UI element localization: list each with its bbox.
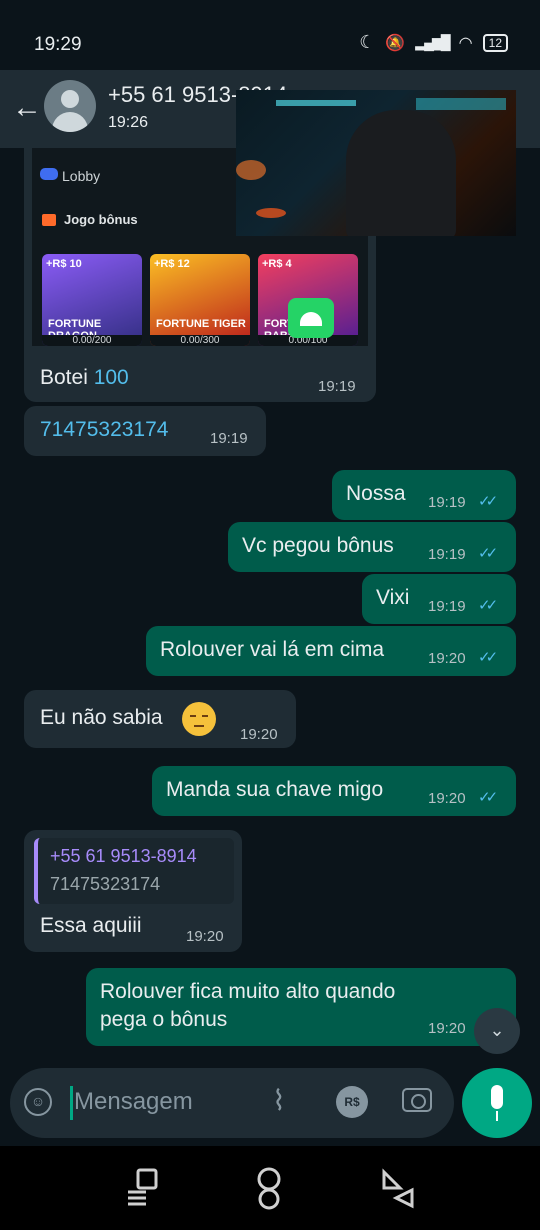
outgoing-message[interactable]: Vixi 19:19 ✓✓ bbox=[362, 574, 516, 624]
gift-icon bbox=[42, 214, 56, 226]
status-time: 19:29 bbox=[34, 34, 82, 55]
message-time: 19:19 bbox=[428, 546, 466, 563]
paperclip-icon[interactable]: ⌇ bbox=[272, 1084, 286, 1117]
signal-icon: ▂▄▆█ bbox=[415, 34, 450, 50]
back-arrow-icon[interactable]: ← bbox=[12, 93, 42, 123]
message-text-line-1: Rolouver fica muito alto quando bbox=[100, 980, 396, 1003]
home-icon[interactable] bbox=[252, 1166, 286, 1210]
message-text: Rolouver vai lá em cima bbox=[160, 638, 385, 661]
outgoing-message[interactable]: Rolouver vai lá em cima 19:20 ✓✓ bbox=[146, 626, 516, 676]
payment-icon[interactable]: R$ bbox=[336, 1086, 368, 1118]
tile-score: 0.00/200 bbox=[42, 335, 142, 346]
battery-icon: 12 bbox=[482, 33, 508, 52]
video-overlay[interactable] bbox=[236, 90, 516, 236]
message-text: Vc pegou bônus bbox=[242, 534, 394, 557]
message-time: 19:19 bbox=[428, 598, 466, 615]
outgoing-message[interactable]: Manda sua chave migo 19:20 ✓✓ bbox=[152, 766, 516, 816]
android-icon[interactable] bbox=[288, 298, 334, 338]
mic-icon bbox=[491, 1085, 503, 1109]
scroll-down-button[interactable]: ⌄ bbox=[474, 1008, 520, 1054]
read-ticks-icon: ✓✓ bbox=[478, 597, 498, 614]
bonus-title: Jogo bônus bbox=[64, 212, 138, 227]
message-time: 19:20 bbox=[428, 790, 466, 807]
outgoing-message[interactable]: Rolouver fica muito alto quando pega o b… bbox=[86, 968, 516, 1046]
message-text: Nossa bbox=[346, 482, 406, 505]
camera-icon[interactable] bbox=[402, 1088, 432, 1112]
message-time: 19:20 bbox=[428, 650, 466, 667]
gamepad-icon bbox=[40, 168, 58, 180]
game-tile: +R$ 12 FORTUNE TIGER 0.00/300 bbox=[150, 254, 250, 346]
message-text: Vixi bbox=[376, 586, 410, 609]
message-time: 19:20 bbox=[186, 928, 224, 945]
caption-text: Botei bbox=[40, 366, 94, 389]
back-triangle-icon[interactable] bbox=[380, 1166, 416, 1210]
message-time: 19:19 bbox=[318, 378, 356, 395]
lobby-label: Lobby bbox=[62, 168, 101, 184]
read-ticks-icon: ✓✓ bbox=[478, 789, 498, 806]
emoji-icon[interactable]: ☺ bbox=[24, 1088, 52, 1116]
message-composer[interactable]: ☺ Mensagem ⌇ R$ bbox=[10, 1068, 454, 1138]
message-input[interactable]: Mensagem bbox=[74, 1088, 193, 1116]
quoted-message[interactable]: +55 61 9513-8914 71475323174 bbox=[34, 838, 234, 904]
read-ticks-icon: ✓✓ bbox=[478, 493, 498, 510]
incoming-message[interactable]: 71475323174 19:19 bbox=[24, 406, 266, 456]
double-chevron-down-icon: ⌄ bbox=[489, 1020, 505, 1040]
message-time: 19:20 bbox=[428, 1020, 466, 1037]
recent-apps-icon[interactable] bbox=[124, 1166, 160, 1210]
message-time: 19:19 bbox=[428, 494, 466, 511]
message-time: 19:20 bbox=[240, 726, 278, 743]
quoted-author: +55 61 9513-8914 bbox=[50, 846, 197, 866]
message-text[interactable]: 71475323174 bbox=[40, 418, 168, 442]
status-icons: ☾ 🔕 ▂▄▆█ ◠ 12 bbox=[359, 32, 508, 53]
tile-name: FORTUNE TIGER bbox=[156, 318, 246, 330]
read-ticks-icon: ✓✓ bbox=[478, 545, 498, 562]
avatar[interactable] bbox=[44, 80, 96, 132]
tile-tag: +R$ 12 bbox=[154, 258, 190, 270]
mic-button[interactable] bbox=[462, 1068, 532, 1138]
caption-number[interactable]: 100 bbox=[94, 366, 129, 389]
pensive-face-icon bbox=[182, 702, 216, 736]
moon-icon: ☾ bbox=[359, 32, 376, 52]
read-ticks-icon: ✓✓ bbox=[478, 649, 498, 666]
outgoing-message[interactable]: Nossa 19:19 ✓✓ bbox=[332, 470, 516, 520]
mute-icon: 🔕 bbox=[385, 34, 406, 52]
incoming-message[interactable]: Eu não sabia 19:20 bbox=[24, 690, 296, 748]
tile-tag: +R$ 4 bbox=[262, 258, 292, 270]
tile-tag: +R$ 10 bbox=[46, 258, 82, 270]
quoted-text: 71475323174 bbox=[50, 874, 161, 894]
outgoing-message[interactable]: Vc pegou bônus 19:19 ✓✓ bbox=[228, 522, 516, 572]
message-text: Botei 100 bbox=[40, 366, 129, 390]
message-text-line-2: pega o bônus bbox=[100, 1008, 228, 1031]
game-tile: +R$ 10 FORTUNE DRAGON 0.00/200 bbox=[42, 254, 142, 346]
message-text: Eu não sabia bbox=[40, 706, 163, 729]
message-text: Manda sua chave migo bbox=[166, 778, 384, 801]
message-time: 19:19 bbox=[210, 430, 248, 447]
message-text: Essa aquiii bbox=[40, 914, 142, 937]
tile-score: 0.00/300 bbox=[150, 335, 250, 346]
wifi-icon: ◠ bbox=[458, 34, 473, 52]
contact-status: 19:26 bbox=[108, 114, 149, 131]
text-cursor bbox=[70, 1086, 73, 1120]
system-nav-bar bbox=[0, 1146, 540, 1230]
